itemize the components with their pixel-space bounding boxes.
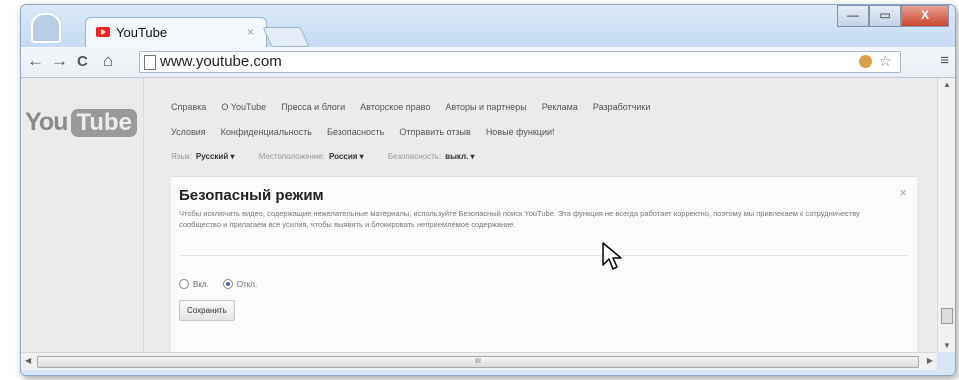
link-privacy[interactable]: Конфиденциальность — [221, 127, 312, 137]
scroll-right-icon[interactable]: ▶ — [927, 356, 933, 365]
location-label: Местоположение: — [258, 152, 326, 161]
tab-close-icon[interactable]: × — [247, 25, 254, 39]
vertical-scrollbar[interactable]: ▲ ▼ — [937, 78, 955, 352]
horizontal-scrollbar[interactable]: ◀ III ▶ — [21, 352, 937, 370]
radio-on[interactable] — [179, 279, 189, 289]
vertical-scroll-thumb[interactable] — [941, 308, 953, 324]
minimize-button[interactable]: — — [837, 5, 869, 27]
youtube-logo[interactable]: You Tube — [25, 108, 137, 137]
page-viewport: You Tube Справка О YouTube Пресса и блоги А… — [21, 78, 937, 352]
address-bar[interactable]: www.youtube.com ☆ — [139, 51, 901, 73]
safety-mode-panel: Безопасный режим × Чтобы исключить видео… — [171, 176, 917, 352]
page-icon — [144, 55, 156, 70]
link-developers[interactable]: Разработчики — [593, 102, 651, 112]
browser-window: YouTube × — ▭ X ← → C ⌂ www.youtube.com … — [20, 4, 956, 376]
new-tab-button[interactable] — [262, 27, 310, 47]
save-button[interactable]: Сохранить — [179, 300, 235, 321]
forward-button[interactable]: → — [51, 51, 68, 71]
close-window-button[interactable]: X — [901, 5, 949, 27]
menu-icon[interactable]: ≡ — [940, 52, 949, 69]
footer-links-row-2: Условия Конфиденциальность Безопасность Отп… — [171, 127, 570, 137]
youtube-favicon-icon — [96, 27, 110, 37]
panel-close-icon[interactable]: × — [899, 185, 907, 200]
logo-tube: Tube — [71, 108, 137, 137]
link-terms[interactable]: Условия — [171, 127, 206, 137]
footer-links-row-1: Справка О YouTube Пресса и блоги Авторское … — [171, 102, 665, 112]
link-new-features[interactable]: Новые функции! — [486, 127, 555, 137]
divider — [143, 78, 144, 352]
mouse-cursor-icon — [602, 242, 622, 270]
profile-icon[interactable] — [31, 13, 61, 43]
panel-divider — [179, 255, 909, 256]
language-label: Язык: — [171, 152, 192, 161]
title-bar: YouTube × — ▭ X — [21, 5, 955, 48]
cookie-icon[interactable] — [859, 55, 872, 68]
scroll-down-icon[interactable]: ▼ — [943, 341, 951, 350]
browser-toolbar: ← → C ⌂ www.youtube.com ☆ ≡ — [21, 47, 955, 78]
link-creators[interactable]: Авторы и партнеры — [445, 102, 526, 112]
logo-you: You — [25, 108, 68, 136]
location-select[interactable]: Россия ▾ — [329, 152, 364, 161]
panel-title: Безопасный режим — [179, 187, 324, 204]
scroll-left-icon[interactable]: ◀ — [25, 356, 31, 365]
tab-youtube[interactable]: YouTube × — [85, 17, 267, 48]
safety-label: Безопасность: — [387, 152, 442, 161]
radio-off-label: Откл. — [236, 279, 258, 289]
link-about[interactable]: О YouTube — [221, 102, 266, 112]
panel-description: Чтобы исключить видео, содержащие нежела… — [179, 209, 860, 229]
safety-select[interactable]: выкл. ▾ — [445, 152, 474, 161]
radio-off[interactable] — [222, 279, 233, 289]
tab-title: YouTube — [116, 25, 168, 40]
back-button[interactable]: ← — [27, 51, 44, 71]
maximize-button[interactable]: ▭ — [869, 5, 901, 27]
link-copyright[interactable]: Авторское право — [360, 102, 430, 112]
link-help[interactable]: Справка — [171, 102, 206, 112]
settings-row: Язык: Русский ▾ Местоположение: Россия ▾ Б… — [171, 152, 475, 161]
language-select[interactable]: Русский ▾ — [196, 152, 235, 161]
bookmark-star-icon[interactable]: ☆ — [879, 52, 892, 70]
window-controls: — ▭ X — [837, 5, 949, 27]
safety-options: Вкл. Откл. — [179, 279, 257, 289]
reload-button[interactable]: C — [77, 53, 88, 70]
radio-on-label: Вкл. — [193, 279, 209, 289]
horizontal-scroll-thumb[interactable]: III — [37, 356, 919, 368]
link-advertising[interactable]: Реклама — [542, 102, 578, 112]
link-safety[interactable]: Безопасность — [327, 127, 384, 137]
url-text: www.youtube.com — [160, 53, 282, 70]
scroll-up-icon[interactable]: ▲ — [943, 80, 951, 89]
link-press[interactable]: Пресса и блоги — [281, 102, 345, 112]
link-feedback[interactable]: Отправить отзыв — [399, 127, 470, 137]
home-button[interactable]: ⌂ — [103, 51, 113, 71]
